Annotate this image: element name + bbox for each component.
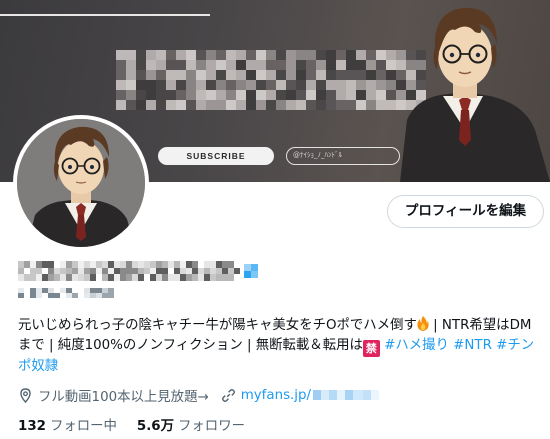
link-icon bbox=[221, 388, 235, 402]
fire-emoji-icon bbox=[417, 316, 429, 331]
banner-subscribe-graphic: SUBSCRIBE bbox=[158, 147, 274, 165]
location-pin-icon bbox=[20, 387, 31, 403]
followers-count-link[interactable]: 5.6万 フォロワー bbox=[137, 414, 245, 434]
anime-character-illustration bbox=[400, 7, 550, 182]
website-link-text: myfans.jp/ bbox=[240, 387, 312, 403]
followers-label: フォロワー bbox=[178, 419, 245, 434]
profile-bio: 元いじめられっ子の陰キャチー牛が陽キャ美女をチOポでハメ倒す | NTR希望はD… bbox=[18, 316, 538, 377]
following-count: 132 bbox=[18, 419, 46, 434]
banner-divider-line bbox=[0, 14, 210, 16]
banner-handle-graphic: @ﾅｲｼｮ_ﾉ_ﾊﾝﾄﾞﾙ bbox=[286, 147, 400, 165]
following-label: フォロー中 bbox=[49, 419, 117, 434]
verified-badge-icon[interactable] bbox=[244, 264, 258, 278]
followers-count: 5.6万 bbox=[136, 419, 175, 434]
profile-location-text: フル動画100本以上見放題→ bbox=[38, 390, 209, 405]
pixelated-display-name bbox=[18, 261, 240, 281]
hashtag-link[interactable]: #NTR bbox=[449, 338, 492, 353]
profile-website-link[interactable]: myfans.jp/ bbox=[240, 387, 380, 403]
following-count-link[interactable]: 132 フォロー中 bbox=[18, 414, 117, 434]
profile-meta-row: フル動画100本以上見放題→ myfans.jp/ bbox=[18, 385, 380, 405]
edit-profile-button[interactable]: プロフィールを編集 bbox=[387, 195, 544, 228]
prohibited-emoji-icon: 禁 bbox=[362, 340, 380, 357]
pixelated-banner-title bbox=[116, 50, 426, 112]
follow-stats: 132 フォロー中 5.6万 フォロワー bbox=[18, 414, 265, 434]
pixelated-link-path bbox=[313, 389, 380, 400]
avatar-character-image bbox=[17, 119, 145, 247]
bio-text-intro: 元いじめられっ子の陰キャチー牛が陽キャ美女をチOポでハメ倒す bbox=[18, 318, 417, 333]
profile-avatar[interactable] bbox=[13, 115, 149, 251]
display-name-row bbox=[18, 258, 258, 284]
pixelated-username-handle bbox=[18, 288, 114, 298]
hashtag-link[interactable]: #ハメ撮り bbox=[380, 338, 449, 353]
